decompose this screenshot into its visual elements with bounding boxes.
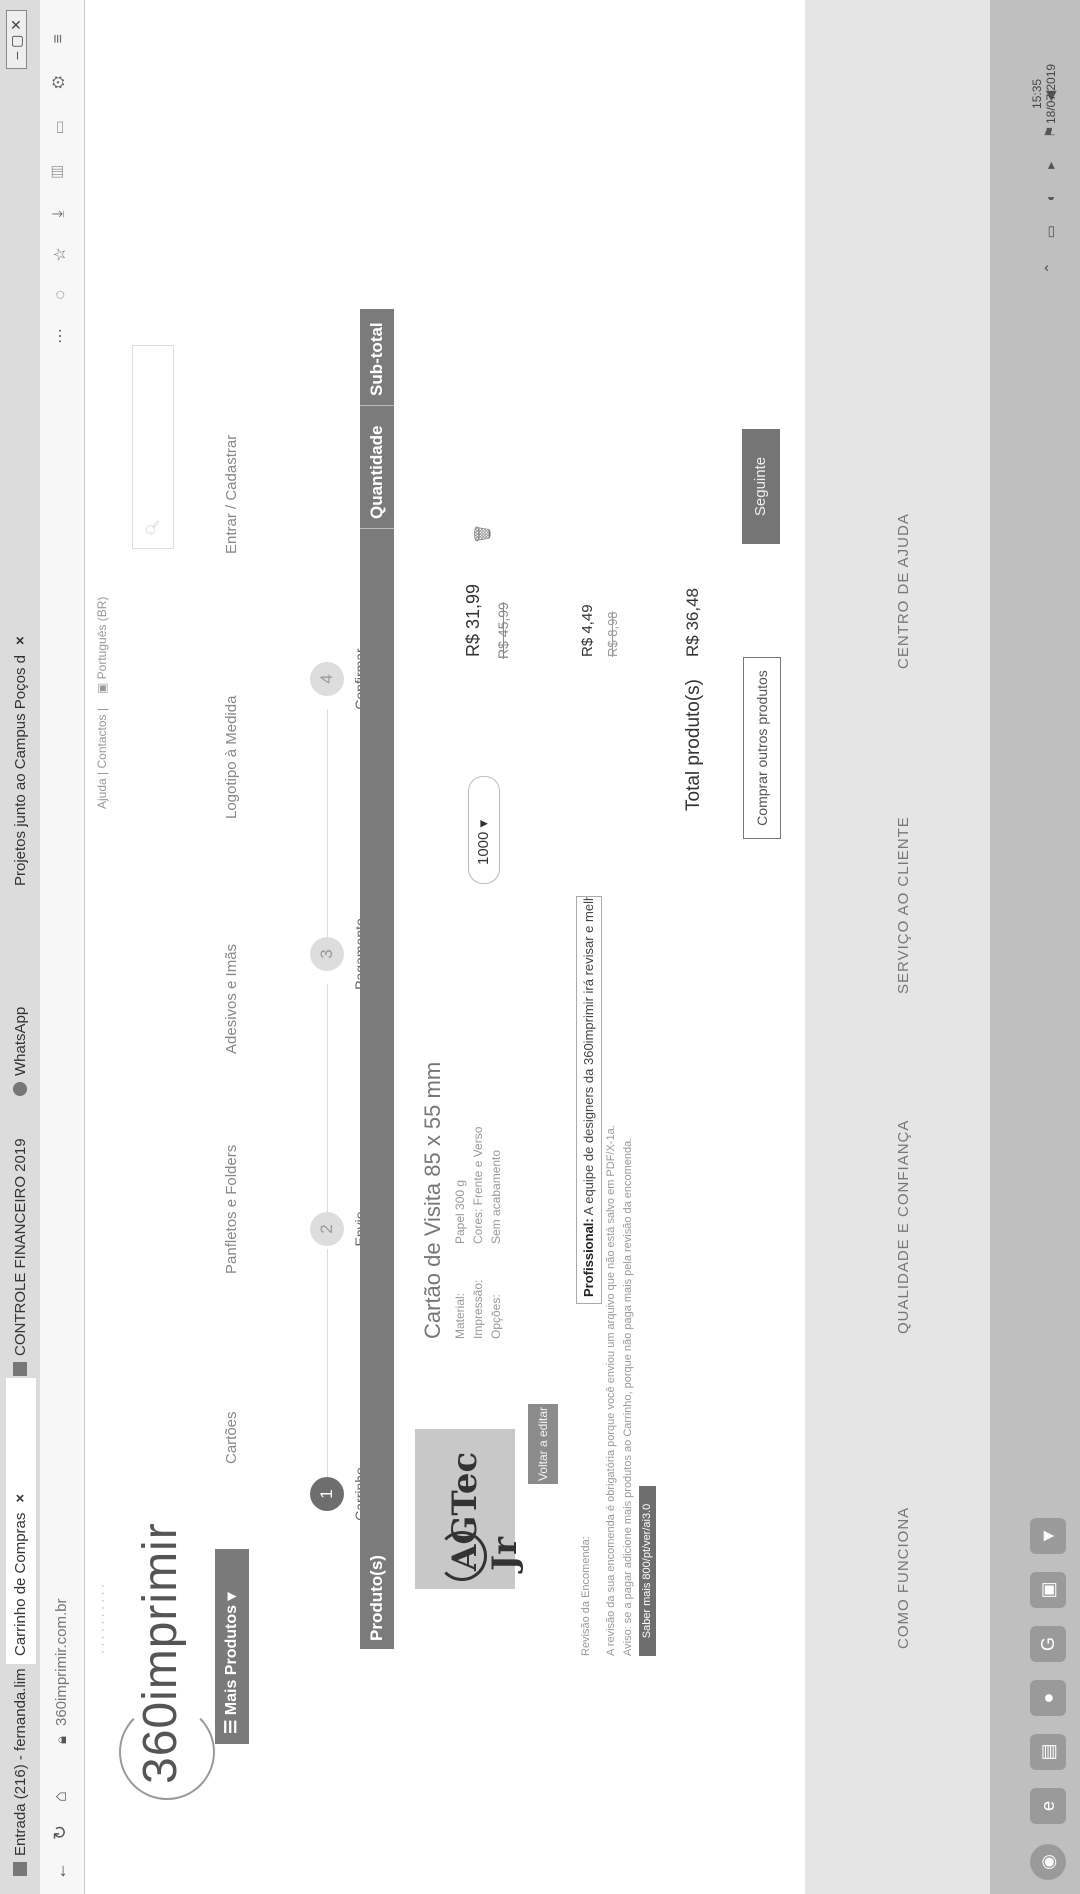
revisao-note: Aviso: se a pagar adicione mais produtos… <box>622 1137 634 1656</box>
reload-icon[interactable]: ↻ <box>50 1825 71 1840</box>
address-bar[interactable]: 🔒︎360imprimir.com.br <box>48 444 76 1744</box>
close-tab-icon[interactable]: × <box>12 1494 29 1503</box>
chrome-icon[interactable]: G <box>1030 1626 1066 1662</box>
revisao-select[interactable]: Profissional: A equipe de designers da 3… <box>576 896 602 1304</box>
browser-nav-bar: ← ↻ ⌂ 🔒︎360imprimir.com.br ⋯ ◌ ☆ ⤓ ▥ ▭ ⚙… <box>40 0 85 1894</box>
pdf-icon[interactable]: ▼ <box>1030 1518 1066 1554</box>
quantity-value: 1000 <box>475 831 492 865</box>
top-info: · · · · · · · · · · <box>95 1584 109 1654</box>
step-connector <box>327 984 328 1214</box>
os-taskbar: ◉ e ▤ ● G ▣ ▼ ⌃ ▭ ◐ ▸ ⚑ ◀ 15:35 18/07/20… <box>990 0 1080 1894</box>
thumbnail-text: AGTec Jr <box>445 1451 525 1571</box>
revisao-old-price: R$ 8,98 <box>605 611 620 657</box>
cart-table-header: Produto(s) Quantidade Sub-total <box>360 309 394 1649</box>
attr-key: Material: <box>453 1292 467 1339</box>
tab-carrinho[interactable]: Carrinho de Compras× <box>6 1378 36 1664</box>
whatsapp-icon <box>13 1082 27 1096</box>
help-links[interactable]: Ajuda | Contactos | <box>95 708 109 809</box>
app-icon[interactable]: ▣ <box>1030 1572 1066 1608</box>
tab-projetos[interactable]: Projetos junto ao Campus Poços d× <box>6 578 36 894</box>
more-products-button[interactable]: ☰ Mais Produtos ▾ <box>215 1549 249 1744</box>
search-input[interactable]: 🔍︎ <box>132 345 174 549</box>
select-text: A equipe de designers da 360imprimir irá… <box>581 896 596 1216</box>
step-number: 3 <box>310 937 344 971</box>
logo-arc <box>119 1704 215 1800</box>
revisao-text: A revisão da sua encomenda é obrigatória… <box>605 1125 617 1656</box>
attr-value: Cores: Frente e Verso <box>471 1126 485 1244</box>
page-content: · · · · · · · · · · Ajuda | Contactos | … <box>85 0 990 1894</box>
col-divider <box>360 405 394 406</box>
menu-item-panfletos[interactable]: Panfletos e Folders <box>223 1145 240 1274</box>
login-link[interactable]: Entrar / Cadastrar <box>223 435 240 554</box>
clock-date: 18/07/2019 <box>1044 63 1058 124</box>
ie-icon[interactable]: e <box>1030 1788 1066 1824</box>
menu-item-adesivos[interactable]: Adesivos e Imãs <box>223 944 240 1054</box>
step-number: 1 <box>310 1477 344 1511</box>
media-icon[interactable]: ● <box>1030 1680 1066 1716</box>
mail-icon <box>13 1862 27 1876</box>
clock-time: 15:35 <box>1030 78 1044 109</box>
product-title: Cartão de Visita 85 x 55 mm <box>420 1061 445 1339</box>
col-subtotal: Sub-total <box>367 322 386 396</box>
folder-icon[interactable]: ▤ <box>1030 1734 1066 1770</box>
revisao-price: R$ 4,49 <box>579 604 596 657</box>
footer-link-ajuda[interactable]: CENTRO DE AJUDA <box>895 513 912 669</box>
start-icon[interactable]: ◉ <box>1030 1844 1066 1880</box>
step-number: 2 <box>310 1212 344 1246</box>
quantity-select[interactable]: 1000 ▾ <box>468 776 500 884</box>
language-selector[interactable]: ▣ Português (BR) <box>95 597 109 694</box>
toolbar-icons[interactable]: ⤓ ▥ ▭ ⚙ ≡ <box>50 20 68 218</box>
col-produto: Produto(s) <box>367 1555 386 1641</box>
col-divider <box>360 528 394 529</box>
step-number: 4 <box>310 662 344 696</box>
next-button[interactable]: Seguinte <box>742 429 780 544</box>
taskbar-clock[interactable]: 15:35 18/07/2019 <box>1030 64 1058 124</box>
revisao-label: Revisão da Encomenda: <box>580 1536 592 1656</box>
product-old-price: R$ 45,99 <box>495 602 511 659</box>
menu-item-logotipo[interactable]: Logotipo à Medida <box>223 696 240 819</box>
tab-controle[interactable]: CONTROLE FINANCEIRO 2019 <box>6 1128 36 1384</box>
product-thumbnail: AGTec Jr <box>415 1429 525 1589</box>
tab-whatsapp[interactable]: WhatsApp <box>6 888 36 1104</box>
footer-link-qualidade[interactable]: QUALIDADE E CONFIANÇA <box>895 1120 912 1334</box>
tab-gmail[interactable]: Entrada (216) - fernanda.lima@ <box>6 1668 36 1884</box>
browser-tab-bar: Entrada (216) - fernanda.lima@ Carrinho … <box>0 0 40 1894</box>
sheet-icon <box>13 1362 27 1376</box>
close-tab-icon[interactable]: × <box>12 636 29 645</box>
saber-mais-button[interactable]: Saber mais 800/pt/ver/ai3.0 <box>639 1486 656 1656</box>
page-actions-icons[interactable]: ⋯ ◌ ☆ <box>50 235 70 344</box>
attr-value: Sem acabamento <box>489 1149 503 1244</box>
attr-key: Impressão: <box>471 1279 485 1339</box>
footer-link-servico[interactable]: SERVIÇO AO CLIENTE <box>895 816 912 994</box>
menu-item-cartoes[interactable]: Cartões <box>223 1411 240 1464</box>
site-logo[interactable]: 360imprimir <box>119 1522 215 1800</box>
attr-key: Opções: <box>489 1294 503 1339</box>
rotated-screenshot: Entrada (216) - fernanda.lima@ Carrinho … <box>0 0 1080 1894</box>
select-bold: Profissional: <box>581 1218 596 1297</box>
product-price: R$ 31,99 <box>463 583 483 657</box>
attr-value: Papel 300 g <box>453 1179 467 1244</box>
col-quantidade: Quantidade <box>367 425 386 519</box>
total-value: R$ 36,48 <box>683 588 702 657</box>
total-label: Total produto(s) <box>683 678 704 811</box>
window-controls[interactable]: – ▢ ✕ <box>6 10 27 69</box>
continue-shopping-button[interactable]: Comprar outros produtos <box>743 657 781 839</box>
footer-link-como-funciona[interactable]: COMO FUNCIONA <box>895 1507 912 1649</box>
site-footer: COMO FUNCIONA QUALIDADE E CONFIANÇA SERV… <box>805 0 990 1894</box>
lock-icon: 🔒︎ <box>53 1736 70 1744</box>
edit-back-button[interactable]: Voltar a editar <box>528 1404 558 1484</box>
step-connector <box>327 1249 328 1479</box>
remove-item-icon[interactable]: 🗑︎ <box>473 524 493 544</box>
back-icon[interactable]: ← <box>50 1862 71 1880</box>
step-connector <box>327 709 328 939</box>
home-icon[interactable]: ⌂ <box>50 1791 71 1802</box>
